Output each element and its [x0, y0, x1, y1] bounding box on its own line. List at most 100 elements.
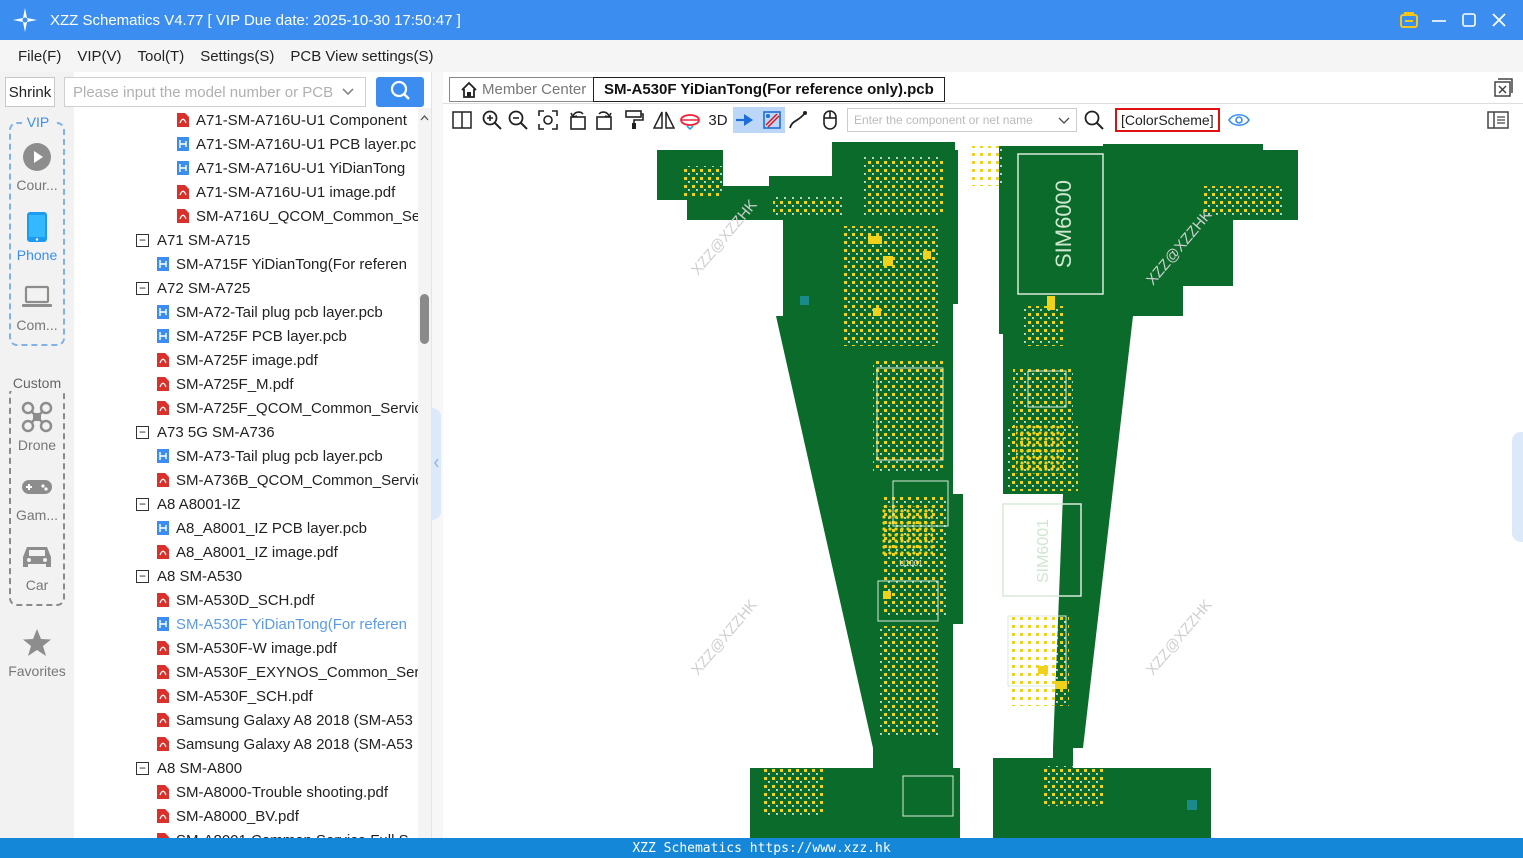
nav-favorites[interactable]: Favorites: [0, 626, 74, 679]
menu-vip[interactable]: VIP(V): [77, 48, 121, 65]
tree-file-pdf[interactable]: SM-A725F_QCOM_Common_Servic: [74, 396, 418, 420]
tree-file-pdf[interactable]: SM-A530F-W image.pdf: [74, 636, 418, 660]
tree-folder[interactable]: − A71 SM-A715: [74, 228, 418, 252]
tree-file-pdf[interactable]: SM-A725F image.pdf: [74, 348, 418, 372]
menu-pcb-view-settings[interactable]: PCB View settings(S): [290, 48, 433, 65]
tree-folder[interactable]: − A8 SM-A530: [74, 564, 418, 588]
rotate-right-icon[interactable]: [591, 107, 617, 133]
nav-drone[interactable]: Drone: [0, 400, 74, 453]
zoom-in-icon[interactable]: [479, 107, 505, 133]
tree-scrollbar[interactable]: [418, 108, 431, 838]
collapse-toggle-icon[interactable]: −: [136, 761, 149, 775]
model-search-input[interactable]: Please input the model number or PCB: [64, 77, 366, 107]
collapse-toggle-icon[interactable]: −: [136, 569, 149, 583]
tree-file-pdf[interactable]: SM-A8000_BV.pdf: [74, 804, 418, 828]
tree-file-pdf[interactable]: Samsung Galaxy A8 2018 (SM-A53: [74, 732, 418, 756]
yellow-pad: [883, 591, 891, 599]
pad-cluster: [1013, 368, 1073, 428]
tree-file-pdf[interactable]: Samsung Galaxy A8 2018 (SM-A53: [74, 708, 418, 732]
pcb-file-icon: [156, 520, 176, 536]
tree-file-pdf[interactable]: SM-A736B_QCOM_Common_Servic: [74, 468, 418, 492]
close-icon[interactable]: [1489, 10, 1509, 30]
tree-file-pcb[interactable]: SM-A73-Tail plug pcb layer.pcb: [74, 444, 418, 468]
tree-folder[interactable]: − A8 A8001-IZ: [74, 492, 418, 516]
nav-car[interactable]: Car: [0, 540, 74, 593]
collapse-panel-handle[interactable]: [432, 408, 441, 520]
chevron-down-icon[interactable]: [1058, 114, 1070, 129]
tree-file-pdf[interactable]: SM-A8000-Trouble shooting.pdf: [74, 780, 418, 804]
pcb-board-drawing[interactable]: SIM6000 SIM6001 U1001 XZZ@XZZHK XZZ@XZZH…: [443, 136, 1523, 838]
tree-file-pcb[interactable]: SM-A72-Tail plug pcb layer.pcb: [74, 300, 418, 324]
pcb-file-icon: [156, 616, 176, 632]
tree-file-pdf[interactable]: SM-A725F_M.pdf: [74, 372, 418, 396]
flip-board-icon[interactable]: [677, 107, 703, 133]
tree-file-pdf[interactable]: A71-SM-A716U-U1 Component: [74, 108, 418, 132]
rotate-left-icon[interactable]: [565, 107, 591, 133]
mouse-mode-icon[interactable]: [817, 107, 843, 133]
tree-file-pcb[interactable]: A8_A8001_IZ PCB layer.pcb: [74, 516, 418, 540]
tree-folder[interactable]: − A72 SM-A725: [74, 276, 418, 300]
component-search-input[interactable]: Enter the component or net name: [847, 108, 1077, 132]
collapse-toggle-icon[interactable]: −: [136, 425, 149, 439]
custom-group-label: Custom: [9, 375, 65, 391]
tree-file-pdf[interactable]: SM-A530D_SCH.pdf: [74, 588, 418, 612]
color-scheme-button[interactable]: [ColorScheme]: [1115, 108, 1220, 132]
tree-file-pcb[interactable]: A71-SM-A716U-U1 YiDianTong: [74, 156, 418, 180]
chip-label-sim6000: SIM6000: [1051, 180, 1076, 268]
minimize-icon[interactable]: [1429, 10, 1449, 30]
maximize-icon[interactable]: [1459, 10, 1479, 30]
mirror-icon[interactable]: [651, 107, 677, 133]
collapse-toggle-icon[interactable]: −: [136, 233, 149, 247]
tree-file-pdf[interactable]: SM-A716U_QCOM_Common_Se: [74, 204, 418, 228]
nav-courses[interactable]: Cour...: [0, 140, 74, 193]
tree-file-pdf[interactable]: A8_A8001_IZ image.pdf: [74, 540, 418, 564]
scrollbar-thumb[interactable]: [420, 294, 429, 344]
pdf-file-icon: [156, 808, 176, 824]
fit-view-icon[interactable]: [535, 107, 561, 133]
eye-icon[interactable]: [1226, 107, 1252, 133]
tree-file-pdf[interactable]: SM-A8001 Common Service Full S: [74, 828, 418, 838]
tree-file-pdf[interactable]: SM-A530F_EXYNOS_Common_Serv: [74, 660, 418, 684]
tree-item-label: A8 SM-A530: [157, 567, 243, 585]
close-all-tabs-icon[interactable]: [1493, 78, 1513, 103]
show-pads-icon[interactable]: [759, 107, 785, 133]
collapse-toggle-icon[interactable]: −: [136, 497, 149, 511]
nav-phone[interactable]: Phone: [0, 210, 74, 263]
scroll-up-icon[interactable]: [420, 114, 429, 122]
tree-file-pcb[interactable]: SM-A530F YiDianTong(For referen: [74, 612, 418, 636]
search-button[interactable]: [376, 77, 424, 107]
tab-member-center[interactable]: Member Center: [449, 77, 598, 102]
trace-line-icon[interactable]: [785, 107, 811, 133]
tree-folder[interactable]: − A73 5G SM-A736: [74, 420, 418, 444]
three-d-toggle[interactable]: 3D: [703, 107, 733, 133]
nav-computer[interactable]: Com...: [0, 280, 74, 333]
tree-file-pcb[interactable]: SM-A715F YiDianTong(For referen: [74, 252, 418, 276]
vip-badge-icon[interactable]: [1399, 10, 1419, 30]
gamepad-icon: [21, 470, 53, 504]
split-view-icon[interactable]: [449, 107, 475, 133]
tree-folder[interactable]: − A8 SM-A800: [74, 756, 418, 780]
format-brush-icon[interactable]: [621, 107, 647, 133]
tab-active-pcb[interactable]: SM-A530F YiDianTong(For reference only).…: [593, 77, 945, 102]
pcb-canvas[interactable]: SIM6000 SIM6001 U1001 XZZ@XZZHK XZZ@XZZH…: [443, 136, 1523, 838]
tree-file-pcb[interactable]: A71-SM-A716U-U1 PCB layer.pc: [74, 132, 418, 156]
car-icon: [21, 540, 53, 574]
highlight-net-icon[interactable]: [733, 107, 759, 133]
tree-file-pdf[interactable]: SM-A530F_SCH.pdf: [74, 684, 418, 708]
yellow-pad: [868, 236, 882, 244]
menu-file[interactable]: File(F): [18, 48, 61, 65]
tab-active-pcb-label: SM-A530F YiDianTong(For reference only).…: [604, 81, 934, 98]
panel-splitter[interactable]: [431, 72, 443, 838]
shrink-button[interactable]: Shrink: [5, 77, 55, 107]
collapse-toggle-icon[interactable]: −: [136, 281, 149, 295]
chevron-down-icon[interactable]: [341, 84, 355, 102]
menu-tool[interactable]: Tool(T): [138, 48, 185, 65]
zoom-out-icon[interactable]: [505, 107, 531, 133]
nav-game[interactable]: Gam...: [0, 470, 74, 523]
component-search-icon[interactable]: [1081, 107, 1107, 133]
tree-file-pdf[interactable]: A71-SM-A716U-U1 image.pdf: [74, 180, 418, 204]
menu-settings[interactable]: Settings(S): [200, 48, 274, 65]
tree-file-pcb[interactable]: SM-A725F PCB layer.pcb: [74, 324, 418, 348]
collapse-right-panel-handle[interactable]: [1512, 432, 1523, 542]
toggle-side-panel-icon[interactable]: [1485, 107, 1511, 133]
